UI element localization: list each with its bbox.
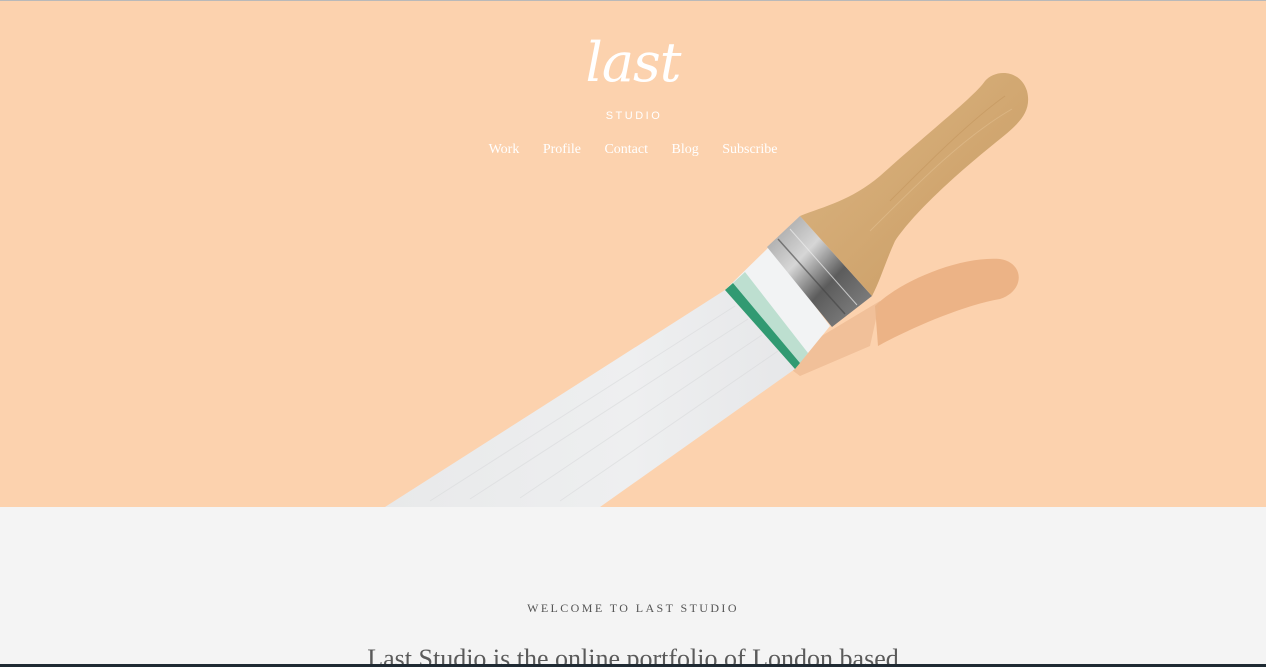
brush-shadow [875,258,1019,346]
main-nav: Work Profile Contact Blog Subscribe [0,140,1266,160]
logo-wordmark: last [585,31,682,94]
logo-subtitle: STUDIO [605,110,663,122]
page: last STUDIO Work Profile Contact Blog Su… [0,0,1266,664]
nav-item-subscribe[interactable]: Subscribe [722,140,777,160]
nav-item-profile[interactable]: Profile [543,140,581,160]
nav-item-contact[interactable]: Contact [604,140,648,160]
intro-kicker: WELCOME TO LAST STUDIO [527,601,739,615]
hero-banner: last STUDIO Work Profile Contact Blog Su… [0,1,1266,507]
intro-headline: Last Studio is the online portfolio of L… [367,644,899,664]
nav-item-work[interactable]: Work [489,140,520,160]
nav-item-blog[interactable]: Blog [671,140,698,160]
site-logo[interactable]: last STUDIO [583,31,683,123]
